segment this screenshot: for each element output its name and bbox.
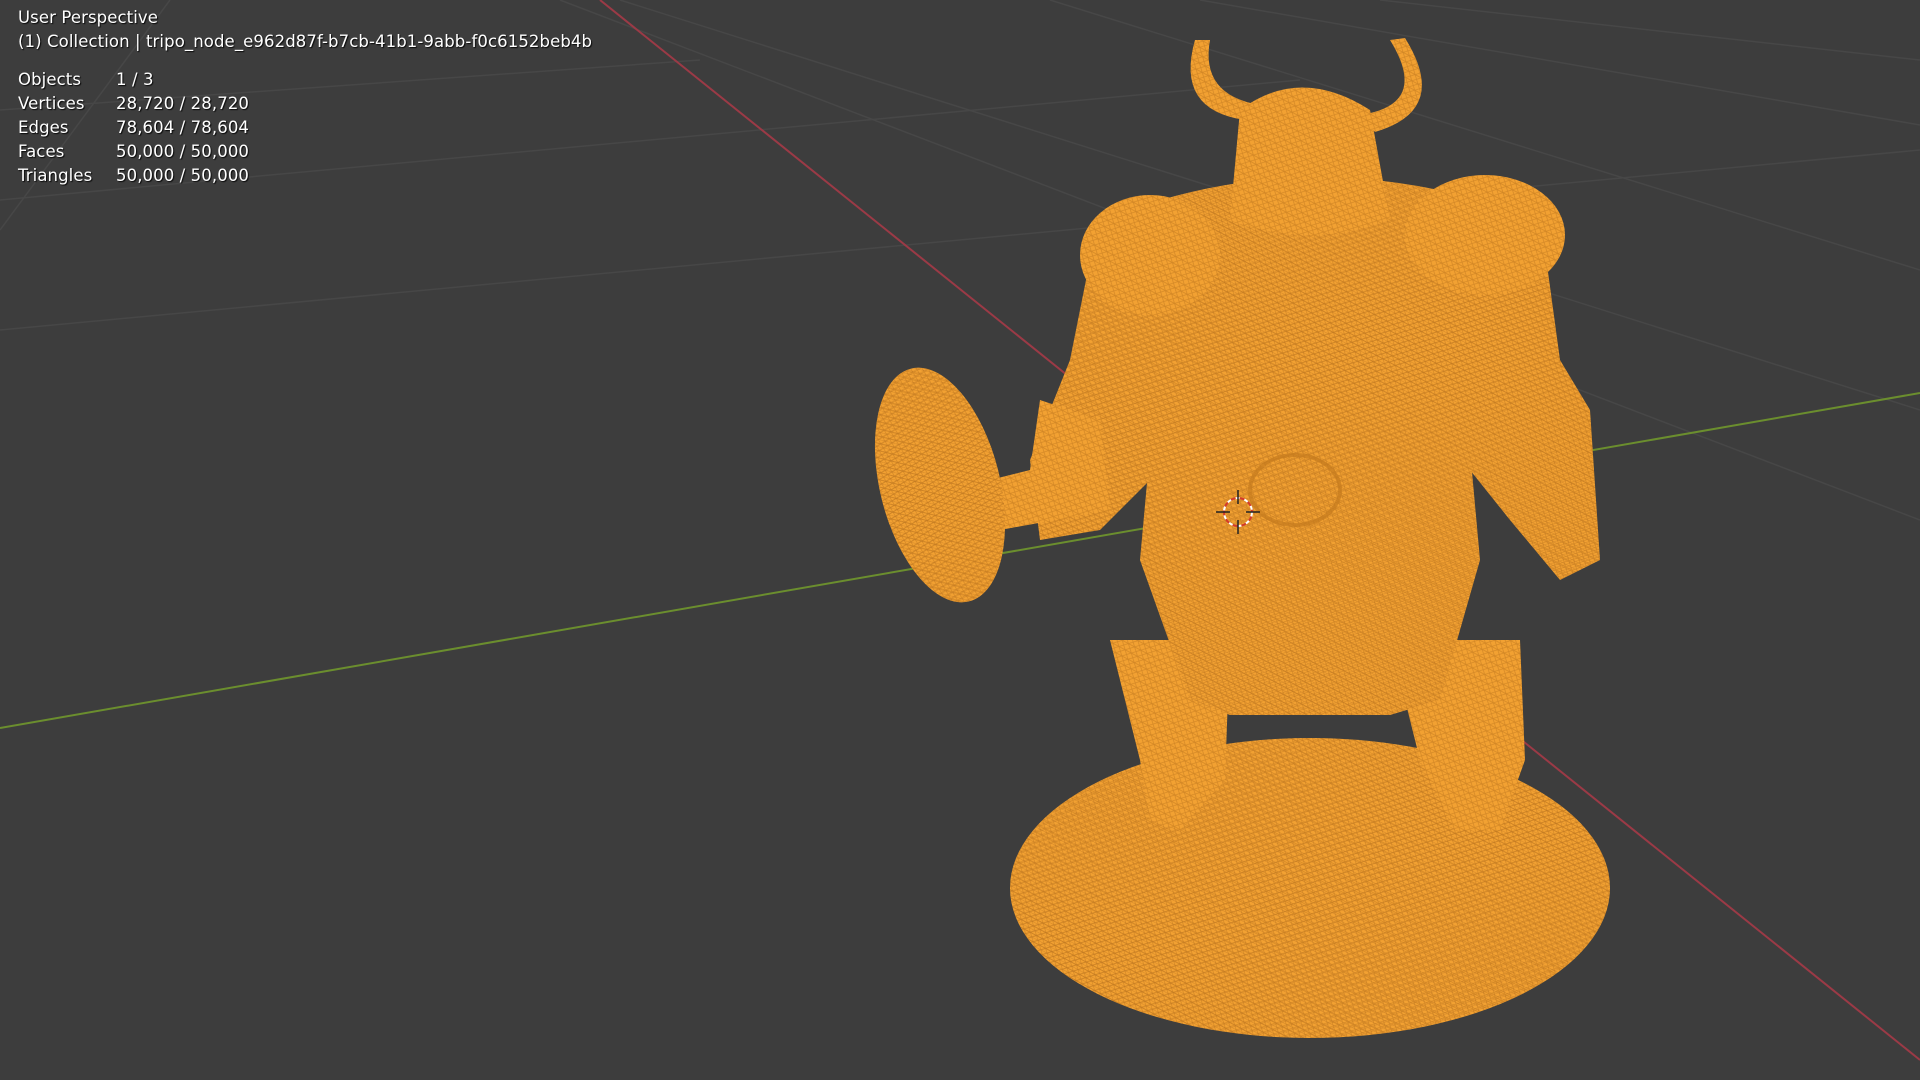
stat-label: Triangles xyxy=(18,166,93,185)
stat-label: Edges xyxy=(18,118,69,137)
stat-row-vertices: Vertices 28,720 / 28,720 xyxy=(18,92,592,116)
scene-statistics: Objects 1 / 3 Vertices 28,720 / 28,720 E… xyxy=(18,68,592,188)
stat-value: 50,000 / 50,000 xyxy=(116,166,250,185)
stat-row-faces: Faces 50,000 / 50,000 xyxy=(18,140,592,164)
selected-mesh-object[interactable] xyxy=(853,38,1610,1038)
3d-viewport[interactable]: User Perspective (1) Collection | tripo_… xyxy=(0,0,1920,1080)
stat-row-triangles: Triangles 50,000 / 50,000 xyxy=(18,164,592,188)
view-name: User Perspective xyxy=(18,8,159,27)
stat-value: 50,000 / 50,000 xyxy=(116,142,250,161)
stat-row-edges: Edges 78,604 / 78,604 xyxy=(18,116,592,140)
stat-value: 78,604 / 78,604 xyxy=(116,118,250,137)
stat-value: 1 / 3 xyxy=(116,70,154,89)
stat-row-objects: Objects 1 / 3 xyxy=(18,68,592,92)
viewport-info-overlay: User Perspective (1) Collection | tripo_… xyxy=(18,6,592,188)
stat-label: Faces xyxy=(18,142,65,161)
stat-value: 28,720 / 28,720 xyxy=(116,94,250,113)
stat-label: Objects xyxy=(18,70,82,89)
stat-label: Vertices xyxy=(18,94,85,113)
collection-label: (1) Collection | tripo_node_e962d87f-b7c… xyxy=(18,32,593,51)
